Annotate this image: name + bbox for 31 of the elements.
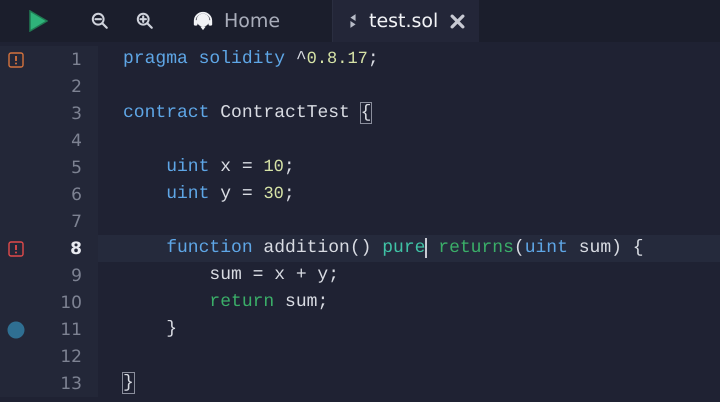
zoom-in-icon[interactable]	[136, 12, 154, 30]
code-line: sum = x + y;	[208, 264, 340, 287]
close-icon[interactable]	[450, 14, 466, 28]
line-number: 4	[70, 130, 82, 150]
error-icon[interactable]	[8, 240, 24, 256]
run-icon[interactable]	[28, 10, 48, 32]
editor-tab[interactable]: Home	[180, 0, 332, 42]
code-line: pragma solidity ^0.8.17;	[122, 48, 380, 71]
code-line: uint y = 30;	[165, 183, 296, 206]
line-number: 3	[70, 104, 82, 124]
zoom-out-icon[interactable]	[91, 12, 109, 30]
code-line: }	[122, 372, 135, 395]
code-line: contract ContractTest {	[122, 102, 372, 125]
line-number: 8	[69, 238, 82, 258]
code-line: }	[165, 318, 178, 341]
warning-icon[interactable]	[8, 52, 24, 68]
line-number: 13	[59, 374, 82, 394]
line-number: 11	[59, 320, 82, 340]
line-number: 1	[70, 50, 82, 70]
line-number: 10	[59, 292, 82, 312]
breakpoint-icon[interactable]	[7, 320, 25, 338]
line-number: 7	[70, 212, 82, 232]
line-number: 12	[59, 346, 82, 366]
line-number: 9	[70, 266, 82, 286]
code-line: uint x = 10;	[165, 156, 296, 179]
code-line: return sum;	[208, 291, 330, 314]
headset-icon	[192, 10, 214, 32]
line-number: 5	[70, 158, 82, 178]
editor-tab[interactable]: test.sol	[332, 0, 479, 42]
line-number: 6	[70, 184, 82, 204]
line-number: 2	[70, 76, 82, 96]
